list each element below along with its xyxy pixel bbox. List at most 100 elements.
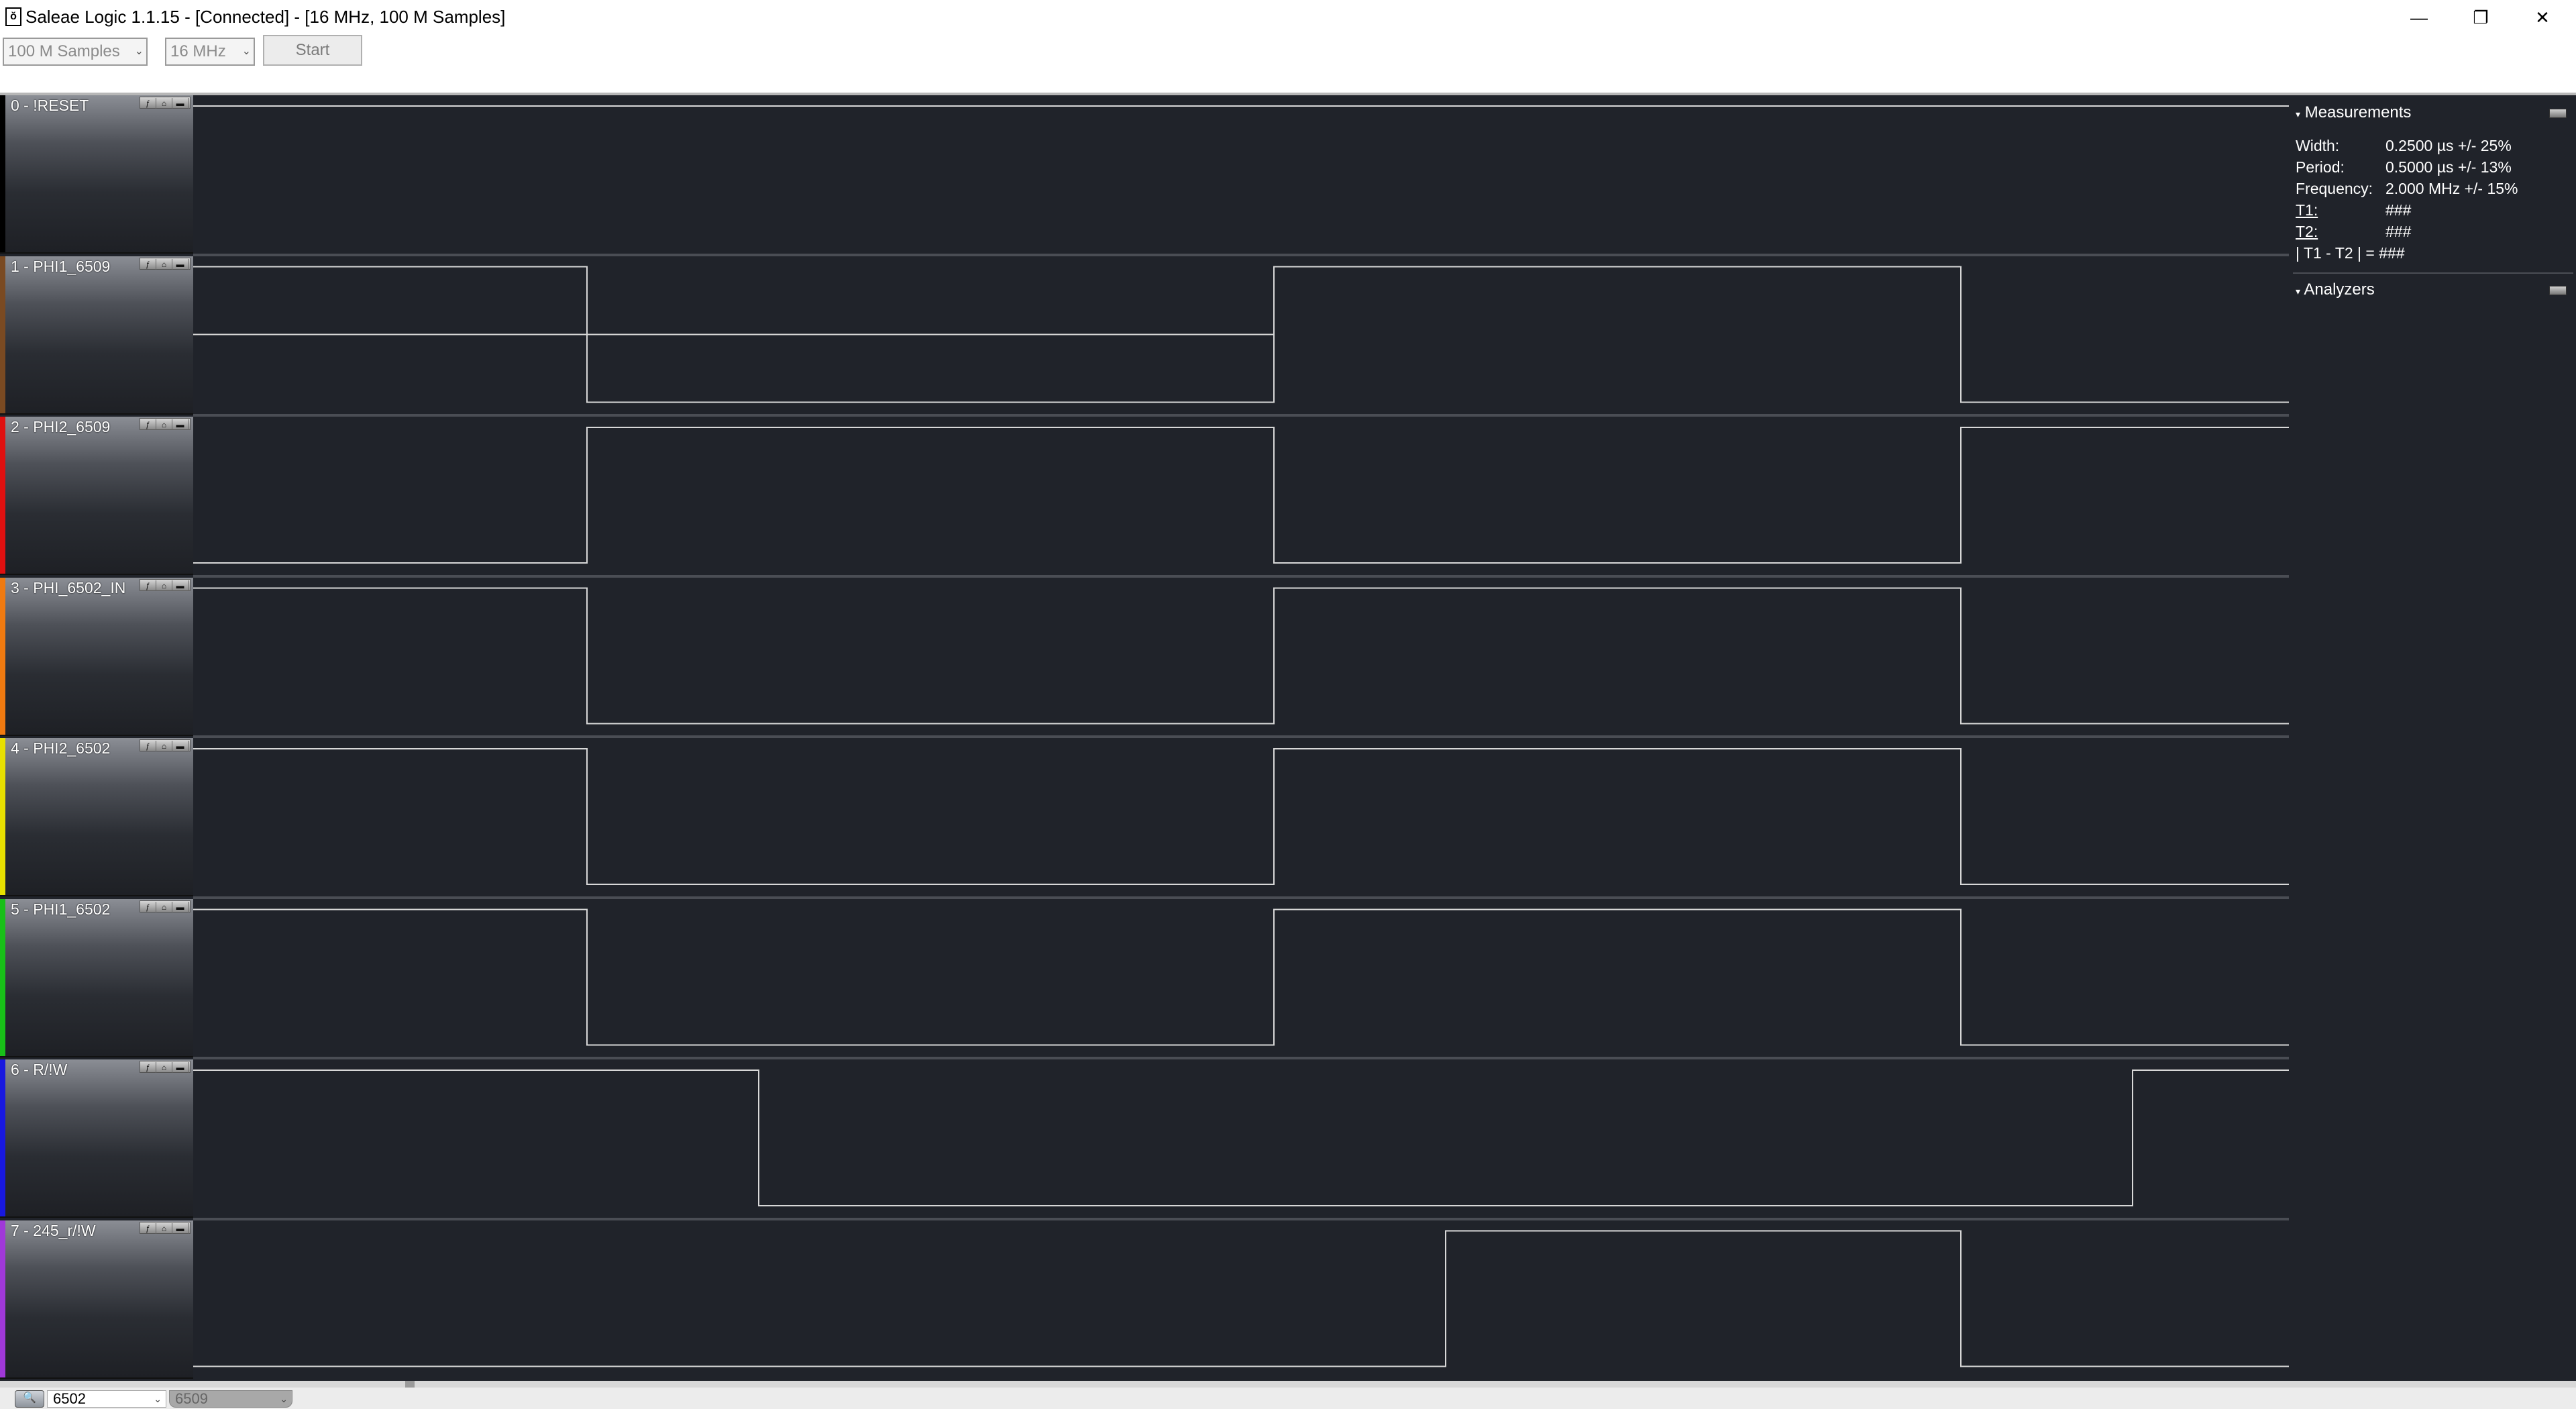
settings-icon[interactable]: ⌂ <box>156 98 172 109</box>
settings-icon[interactable]: ⌂ <box>156 741 172 751</box>
settings-icon[interactable]: ⌂ <box>156 1223 172 1234</box>
t2-link[interactable]: T2: <box>2296 223 2385 241</box>
menu-icon[interactable]: ▬ <box>172 1223 189 1234</box>
settings-icon[interactable]: ⌂ <box>156 902 172 912</box>
trigger-icon[interactable]: ƒ <box>140 741 156 751</box>
tab-label: 6509 <box>175 1390 208 1407</box>
collapse-triangle-icon: ▾ <box>2296 286 2301 297</box>
measurement-value: ### <box>2385 223 2412 240</box>
menu-icon[interactable]: ▬ <box>172 98 189 109</box>
start-button[interactable]: Start <box>263 35 362 66</box>
settings-icon[interactable]: ⌂ <box>156 1062 172 1073</box>
sample-rate-select[interactable]: 16 MHz ⌄ <box>165 38 255 66</box>
chevron-down-icon: ⌄ <box>280 1394 288 1404</box>
channel-buttons: ƒ ⌂ ▬ <box>140 1061 191 1073</box>
trigger-icon[interactable]: ƒ <box>140 259 156 270</box>
channel-name: 4 - PHI2_6502 <box>11 739 111 757</box>
channel-label[interactable]: 0 - !RESET ƒ ⌂ ▬ <box>0 95 193 254</box>
collapse-triangle-icon: ▾ <box>2296 109 2301 119</box>
tab-6502[interactable]: 6502 ⌄ <box>47 1390 166 1408</box>
channel-label[interactable]: 1 - PHI1_6509 ƒ ⌂ ▬ <box>0 256 193 415</box>
trigger-icon[interactable]: ƒ <box>140 580 156 591</box>
waveform-trace <box>193 587 2289 725</box>
menu-icon[interactable]: ▬ <box>172 259 189 270</box>
trigger-icon[interactable]: ƒ <box>140 902 156 912</box>
tab-6509[interactable]: 6509 ⌄ <box>169 1390 292 1408</box>
minimize-button[interactable]: — <box>2388 0 2450 35</box>
channel-label[interactable]: 5 - PHI1_6502 ƒ ⌂ ▬ <box>0 899 193 1057</box>
pin-icon[interactable] <box>2549 286 2567 295</box>
scrollbar-thumb[interactable] <box>405 1381 415 1388</box>
waveform-trace <box>193 908 2289 1046</box>
chevron-down-icon: ⌄ <box>154 1394 162 1404</box>
channel-buttons: ƒ ⌂ ▬ <box>140 900 191 912</box>
analyzers-header[interactable]: ▾ Analyzers <box>2296 280 2375 299</box>
settings-icon[interactable]: ⌂ <box>156 259 172 270</box>
trigger-icon[interactable]: ƒ <box>140 419 156 430</box>
channel-name: 5 - PHI1_6502 <box>11 900 111 918</box>
channel-color-bar <box>0 1059 5 1216</box>
channel-label[interactable]: 6 - R/!W ƒ ⌂ ▬ <box>0 1059 193 1218</box>
close-button[interactable]: ✕ <box>2512 0 2573 35</box>
channel-name: 6 - R/!W <box>11 1061 68 1078</box>
channel-label[interactable]: 3 - PHI_6502_IN ƒ ⌂ ▬ <box>0 578 193 736</box>
zoom-icon[interactable]: 🔍 <box>15 1390 44 1408</box>
samples-select-value: 100 M Samples <box>8 42 120 60</box>
measurement-t1[interactable]: T1: ### <box>2296 201 2411 219</box>
measurement-t2[interactable]: T2: ### <box>2296 223 2411 241</box>
channel-name: 2 - PHI2_6509 <box>11 418 111 435</box>
trigger-icon[interactable]: ƒ <box>140 1223 156 1234</box>
samples-select[interactable]: 100 M Samples ⌄ <box>3 38 148 66</box>
measurement-key: Period: <box>2296 158 2345 176</box>
waveform-canvas[interactable] <box>193 95 2289 1381</box>
t1-link[interactable]: T1: <box>2296 201 2385 219</box>
trigger-icon[interactable]: ƒ <box>140 1062 156 1073</box>
toolbar: 100 M Samples ⌄ 16 MHz ⌄ Start <box>0 35 2576 94</box>
menu-icon[interactable]: ▬ <box>172 580 189 591</box>
waveform-trace <box>193 1069 2289 1206</box>
analyzers-title: Analyzers <box>2304 280 2375 299</box>
menu-icon[interactable]: ▬ <box>172 902 189 912</box>
menu-icon[interactable]: ▬ <box>172 419 189 430</box>
channel-name: 0 - !RESET <box>11 97 89 114</box>
title-bar: ŏ Saleae Logic 1.1.15 - [Connected] - [1… <box>0 0 2576 35</box>
side-panel: ▾ Measurements Width: 0.2500 µs +/- 25% P… <box>2289 95 2576 1381</box>
channel-buttons: ƒ ⌂ ▬ <box>140 418 191 430</box>
measurements-header[interactable]: ▾ Measurements <box>2296 103 2411 122</box>
channel-color-bar <box>0 95 5 252</box>
sample-rate-select-value: 16 MHz <box>170 42 226 60</box>
channel-buttons: ƒ ⌂ ▬ <box>140 1222 191 1234</box>
channel-buttons: ƒ ⌂ ▬ <box>140 579 191 591</box>
app-icon: ŏ <box>5 7 21 26</box>
channel-label[interactable]: 4 - PHI2_6502 ƒ ⌂ ▬ <box>0 738 193 896</box>
channel-label[interactable]: 2 - PHI2_6509 ƒ ⌂ ▬ <box>0 417 193 575</box>
channel-label[interactable]: 7 - 245_r/!W ƒ ⌂ ▬ <box>0 1220 193 1379</box>
channel-color-bar <box>0 1220 5 1377</box>
measurement-period: Period: 0.5000 µs +/- 13% <box>2296 158 2512 176</box>
menu-icon[interactable]: ▬ <box>172 741 189 751</box>
chevron-down-icon: ⌄ <box>134 46 144 57</box>
measurement-frequency: Frequency: 2.000 MHz +/- 15% <box>2296 180 2518 198</box>
maximize-button[interactable]: ❐ <box>2450 0 2512 35</box>
menu-icon[interactable]: ▬ <box>172 1062 189 1073</box>
trigger-icon[interactable]: ƒ <box>140 98 156 109</box>
pin-icon[interactable] <box>2549 109 2567 118</box>
measurement-key: Frequency: <box>2296 180 2373 197</box>
measurement-value: 0.2500 µs +/- 25% <box>2385 137 2512 154</box>
channel-color-bar <box>0 899 5 1056</box>
measurement-value: ### <box>2385 201 2412 219</box>
channel-buttons: ƒ ⌂ ▬ <box>140 97 191 109</box>
waveform-trace <box>193 427 2289 564</box>
settings-icon[interactable]: ⌂ <box>156 419 172 430</box>
channel-color-bar <box>0 417 5 574</box>
horizontal-scrollbar[interactable] <box>0 1381 2576 1388</box>
window-title: Saleae Logic 1.1.15 - [Connected] - [16 … <box>25 7 506 27</box>
bottom-bar: 🔍 6502 ⌄ 6509 ⌄ <box>0 1388 2576 1409</box>
channel-name: 3 - PHI_6502_IN <box>11 579 126 596</box>
measurement-width: Width: 0.2500 µs +/- 25% <box>2296 137 2512 155</box>
waveform-trace <box>193 1230 2289 1367</box>
measurement-key: Width: <box>2296 137 2340 154</box>
settings-icon[interactable]: ⌂ <box>156 580 172 591</box>
channel-buttons: ƒ ⌂ ▬ <box>140 258 191 270</box>
measurement-diff: | T1 - T2 | = ### <box>2296 244 2405 262</box>
